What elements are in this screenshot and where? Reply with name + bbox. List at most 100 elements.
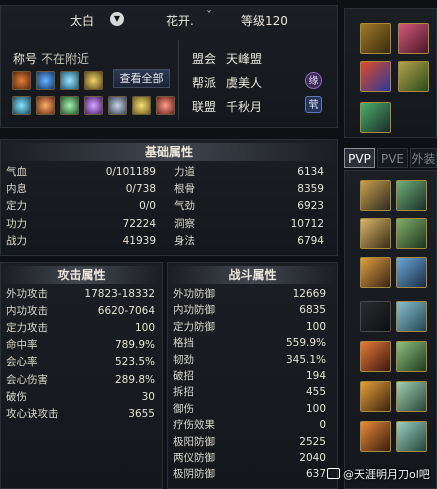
stat-row: 格挡 559.9%	[173, 335, 326, 351]
stat-label: 内功防御	[173, 304, 215, 317]
stat-row: 命中率 789.9%	[6, 337, 155, 353]
faction-label: 帮派	[192, 76, 217, 90]
stat-row: 气劲 6923	[174, 198, 324, 214]
stat-label: 内息	[6, 183, 27, 196]
name-dropdown-button[interactable]: ▼	[110, 12, 124, 26]
stat-label: 洞察	[174, 217, 195, 230]
skill-icon-8[interactable]	[84, 96, 103, 115]
stat-label: 外功攻击	[6, 288, 48, 300]
equip-shoulder[interactable]	[396, 257, 427, 288]
stat-label: 会心伤害	[6, 373, 48, 386]
stat-label: 破伤	[6, 390, 27, 403]
stat-label: 战力	[6, 234, 27, 247]
stat-value: 17823-18332	[84, 288, 155, 300]
stat-value: 2040	[299, 452, 326, 464]
skill-icon-1[interactable]	[12, 71, 31, 90]
stat-value: 100	[305, 402, 326, 415]
stat-label: 极阴防御	[173, 468, 215, 481]
faction-badge[interactable]: 缘	[305, 72, 322, 89]
stat-value: 289.8%	[114, 373, 155, 386]
stat-label: 拆招	[173, 386, 194, 399]
skill-icon-4[interactable]	[84, 71, 103, 90]
stat-value: 12669	[292, 288, 326, 300]
stat-label: 极阳防御	[173, 435, 215, 448]
character-title-name: 花开.	[166, 14, 194, 28]
equip-weapon-main[interactable]	[360, 180, 391, 211]
alliance-badge[interactable]: 茕	[305, 96, 322, 113]
stat-value: 345.1%	[285, 353, 326, 366]
combat-attributes-title: 战斗属性	[168, 266, 337, 284]
stat-value: 789.9%	[114, 339, 155, 352]
stat-row: 破伤 30	[6, 389, 155, 405]
stat-label: 会心率	[6, 356, 38, 369]
accessory-slot-5[interactable]	[360, 102, 391, 133]
equip-hands[interactable]	[360, 257, 391, 288]
stat-label: 格挡	[173, 337, 194, 350]
stat-row: 定力 0/0	[6, 198, 156, 214]
stat-value: 2525	[299, 435, 326, 448]
stat-row: 疗伤效果 0	[173, 417, 326, 433]
tab-pvp[interactable]: PVP	[344, 148, 375, 168]
stat-value: 0	[319, 419, 326, 432]
stat-label: 根骨	[174, 183, 195, 196]
accessory-slot-3[interactable]	[360, 61, 391, 92]
stat-value: 3655	[128, 407, 155, 420]
stat-row: 定力攻击 100	[6, 320, 155, 336]
tab-pve[interactable]: PVE	[377, 148, 408, 168]
stat-value: 0/0	[139, 200, 156, 213]
alliance-value: 千秋月	[226, 100, 263, 114]
view-all-button[interactable]: 查看全部	[113, 69, 170, 88]
stat-label: 定力	[6, 200, 27, 213]
chevron-down-icon: ▼	[113, 14, 121, 23]
guild-value: 天峰盟	[226, 52, 263, 66]
stat-value: 6835	[299, 304, 326, 317]
equip-pet[interactable]	[360, 301, 391, 332]
stat-label: 攻心诀攻击	[6, 407, 59, 420]
stat-value: 194	[305, 370, 326, 382]
accessory-slot-2[interactable]	[398, 23, 429, 54]
equip-chest[interactable]	[396, 218, 427, 249]
skill-icon-6[interactable]	[36, 96, 55, 115]
profile-divider	[178, 40, 179, 120]
stat-label: 破招	[173, 370, 194, 382]
stat-row: 破招 194	[173, 368, 326, 384]
watermark: @天涯明月刀ol吧	[327, 466, 430, 482]
skill-icon-5[interactable]	[12, 96, 31, 115]
skill-icon-3[interactable]	[60, 71, 79, 90]
skill-icon-2[interactable]	[36, 71, 55, 90]
accessory-slot-1[interactable]	[360, 23, 391, 54]
stat-value: 100	[305, 320, 326, 333]
level-label: 等级120	[241, 14, 288, 28]
equip-bracelet[interactable]	[360, 421, 391, 452]
title-mark: ˇ	[206, 9, 212, 23]
equip-legs[interactable]	[396, 381, 427, 412]
equip-head[interactable]	[360, 218, 391, 249]
skill-icon-7[interactable]	[60, 96, 79, 115]
faction-value: 虞美人	[226, 76, 263, 90]
equip-ring-1[interactable]	[360, 341, 391, 372]
stat-value: 0/101189	[105, 166, 156, 178]
equip-weapon-off[interactable]	[396, 180, 427, 211]
title-value: 不在附近	[41, 52, 90, 66]
equip-necklace[interactable]	[360, 381, 391, 412]
stat-label: 御伤	[173, 402, 194, 415]
stat-row: 御伤 100	[173, 401, 326, 417]
stat-value: 10712	[290, 217, 324, 230]
equip-ring-2[interactable]	[396, 341, 427, 372]
stat-label: 命中率	[6, 339, 38, 352]
tab-appearance[interactable]: 外装	[410, 148, 437, 168]
stat-row: 内息 0/738	[6, 181, 156, 197]
skill-icon-10[interactable]	[132, 96, 151, 115]
skill-icon-11[interactable]	[156, 96, 175, 115]
alliance-label: 联盟	[192, 100, 217, 114]
stat-label: 外功防御	[173, 288, 215, 300]
equip-belt[interactable]	[396, 301, 427, 332]
stat-label: 定力防御	[173, 320, 215, 333]
skill-icon-9[interactable]	[108, 96, 127, 115]
stat-label: 两仪防御	[173, 452, 215, 464]
basic-attributes-title: 基础属性	[1, 143, 337, 161]
stat-row: 战力 41939	[6, 233, 156, 249]
stat-value: 6134	[297, 166, 324, 178]
equip-boots[interactable]	[396, 421, 427, 452]
accessory-slot-4[interactable]	[398, 61, 429, 92]
